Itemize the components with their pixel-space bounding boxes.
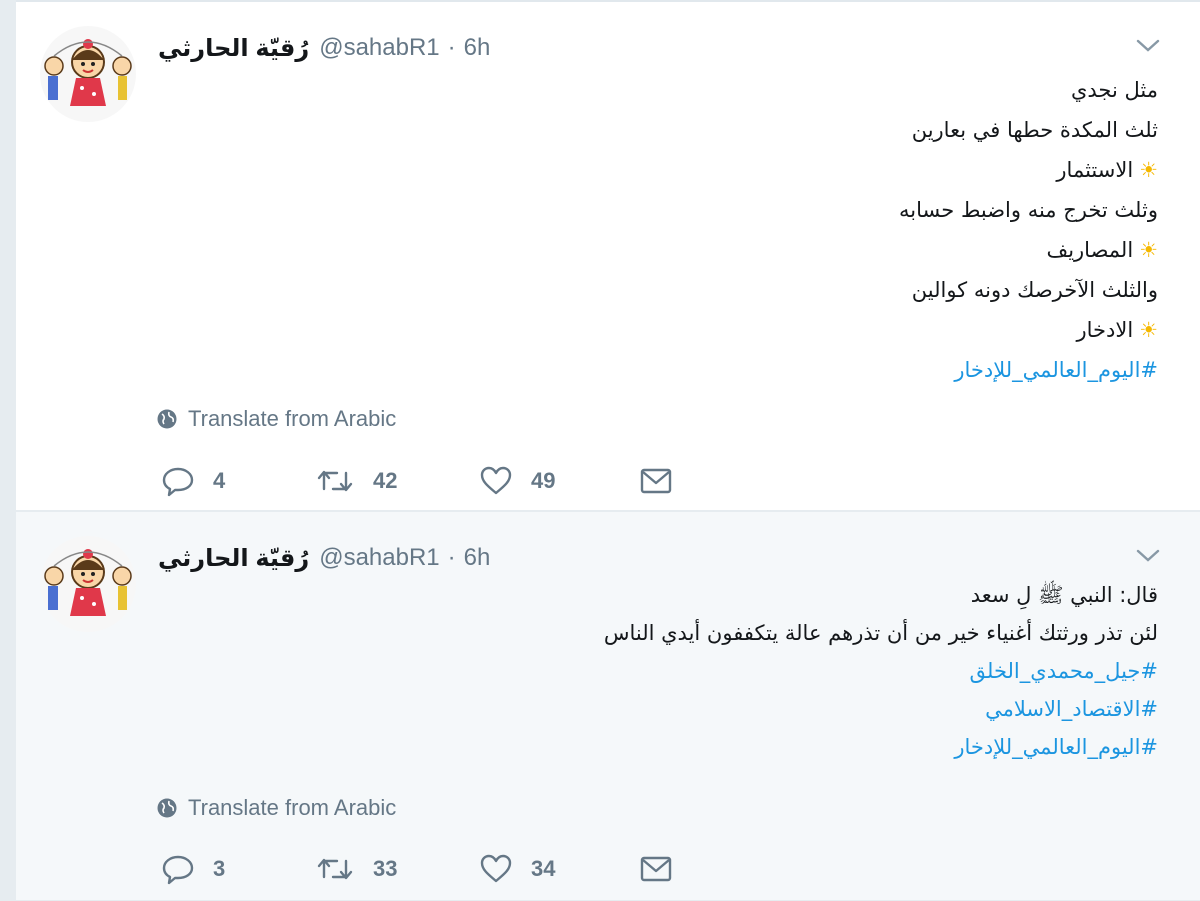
envelope-icon [640, 468, 672, 494]
sun-icon: ☀ [1139, 318, 1158, 342]
retweet-icon [317, 858, 353, 880]
retweet-button[interactable]: 42 [315, 465, 479, 497]
reply-icon [162, 467, 194, 497]
tweet-line-text: المصاريف [1046, 238, 1134, 262]
like-button[interactable]: 34 [479, 853, 639, 885]
heart-icon [480, 854, 512, 883]
translate-label: Translate from Arabic [188, 406, 397, 431]
tweet-line: ☀الادخار [316, 310, 1158, 350]
hashtag-link[interactable]: #اليوم_العالمي_للإدخار [316, 350, 1158, 390]
hashtag-link[interactable]: #جيل_محمدي_الخلق [316, 652, 1158, 690]
tweet-line: مثل نجدي [1070, 78, 1158, 102]
globe-icon [157, 409, 177, 429]
chevron-down-icon[interactable] [1134, 36, 1162, 56]
tweet[interactable]: رُقيّة الحارثي @sahabR1 · 6h قال: النبي … [16, 512, 1200, 901]
retweet-count: 33 [373, 856, 398, 881]
separator: · [447, 34, 456, 61]
retweet-icon [317, 470, 353, 492]
avatar-illustration-icon [40, 536, 136, 632]
sun-icon: ☀ [1139, 238, 1158, 262]
tweet-line: لئن تذر ورثتك أغنياء خير من أن تذرهم عال… [603, 621, 1158, 645]
author-handle[interactable]: @sahabR1 [319, 34, 439, 62]
reply-count: 3 [213, 856, 226, 881]
envelope-icon [640, 856, 672, 882]
tweet-header: رُقيّة الحارثي @sahabR1 · 6h [158, 542, 490, 574]
tweet-text: مثل نجدي ثلث المكدة حطها في بعارين ☀الاس… [316, 70, 1158, 390]
timestamp[interactable]: 6h [464, 544, 491, 572]
timestamp[interactable]: 6h [464, 34, 491, 62]
tweet-line: ثلث المكدة حطها في بعارين [911, 118, 1158, 142]
tweet-line: والثلث الآخرصك دونه كوالين [911, 278, 1158, 302]
translate-label: Translate from Arabic [188, 795, 397, 820]
like-button[interactable]: 49 [479, 465, 639, 497]
like-count: 34 [531, 856, 556, 881]
avatar-illustration-icon [40, 26, 136, 122]
like-count: 49 [531, 468, 556, 493]
avatar[interactable] [40, 536, 136, 632]
reply-icon [162, 855, 194, 885]
author-handle[interactable]: @sahabR1 [319, 544, 439, 572]
direct-message-button[interactable] [639, 853, 673, 885]
hashtag-link[interactable]: #الاقتصاد_الاسلامي [316, 690, 1158, 728]
chevron-down-icon[interactable] [1134, 546, 1162, 566]
tweet-line: ☀المصاريف [316, 230, 1158, 270]
avatar[interactable] [40, 26, 136, 122]
heart-icon [480, 466, 512, 495]
reply-button[interactable]: 3 [161, 853, 315, 885]
separator: · [447, 544, 456, 571]
tweet-actions: 4 42 49 [161, 465, 673, 497]
tweet-line: وثلث تخرج منه واضبط حسابه [899, 198, 1158, 222]
tweet-line: قال: النبي ﷺ لِ سعد [970, 583, 1158, 607]
translate-link[interactable]: Translate from Arabic [156, 406, 396, 432]
hashtag-link[interactable]: #اليوم_العالمي_للإدخار [316, 728, 1158, 766]
tweet-header: رُقيّة الحارثي @sahabR1 · 6h [158, 32, 490, 64]
tweet-line-text: الاستثمار [1056, 158, 1134, 182]
tweet-line-text: الادخار [1076, 318, 1134, 342]
direct-message-button[interactable] [639, 465, 673, 497]
reply-button[interactable]: 4 [161, 465, 315, 497]
author-name[interactable]: رُقيّة الحارثي [158, 34, 309, 63]
tweet-text: قال: النبي ﷺ لِ سعد لئن تذر ورثتك أغنياء… [316, 576, 1158, 766]
tweet-line: ☀الاستثمار [316, 150, 1158, 190]
reply-count: 4 [213, 468, 226, 493]
retweet-button[interactable]: 33 [315, 853, 479, 885]
author-name[interactable]: رُقيّة الحارثي [158, 544, 309, 573]
translate-link[interactable]: Translate from Arabic [156, 795, 396, 821]
retweet-count: 42 [373, 468, 398, 493]
tweet[interactable]: رُقيّة الحارثي @sahabR1 · 6h مثل نجدي ثل… [16, 0, 1200, 511]
sun-icon: ☀ [1139, 158, 1158, 182]
globe-icon [157, 798, 177, 818]
tweet-actions: 3 33 34 [161, 853, 673, 885]
